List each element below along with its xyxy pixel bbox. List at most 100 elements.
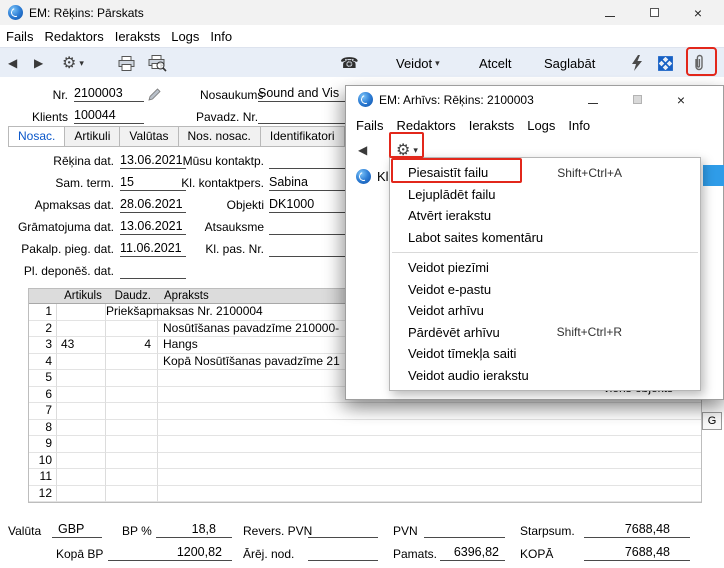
cell-artikuls[interactable] xyxy=(57,486,106,503)
close-button[interactable]: × xyxy=(676,0,720,25)
menu-item-piesaistit-failu[interactable]: Piesaistīt failu Shift+Ctrl+A xyxy=(390,162,700,184)
cell-artikuls[interactable] xyxy=(57,304,106,321)
cell-daudz[interactable] xyxy=(106,469,158,486)
cell-row-number[interactable]: 5 xyxy=(29,370,57,387)
cell-daudz[interactable]: 4 xyxy=(106,337,158,354)
cell-daudz[interactable] xyxy=(106,436,158,453)
menu-redaktors[interactable]: Redaktors xyxy=(44,29,103,44)
cell-daudz[interactable] xyxy=(106,486,158,503)
cell-artikuls[interactable] xyxy=(57,420,106,437)
cell-row-number[interactable]: 4 xyxy=(29,354,57,371)
cell-row-number[interactable]: 12 xyxy=(29,486,57,503)
tab-nosac[interactable]: Nosac. xyxy=(8,126,65,146)
cell-row-number[interactable]: 7 xyxy=(29,403,57,420)
dialog-close-button[interactable]: × xyxy=(659,86,703,113)
pakalp-pieg-dat-field[interactable]: 11.06.2021 xyxy=(120,240,186,257)
dialog-menu-ieraksts[interactable]: Ieraksts xyxy=(469,118,515,133)
pavadz-field[interactable] xyxy=(258,107,348,124)
cell-row-number[interactable]: 9 xyxy=(29,436,57,453)
expand-icon[interactable] xyxy=(658,48,673,78)
tab-nos-nosac[interactable]: Nos. nosac. xyxy=(178,126,261,146)
dialog-menu-info[interactable]: Info xyxy=(568,118,590,133)
kl-kontaktpers-field[interactable]: Sabina xyxy=(269,174,345,191)
revers-pvn-field[interactable] xyxy=(308,521,378,538)
menu-logs[interactable]: Logs xyxy=(171,29,199,44)
print-preview-icon[interactable] xyxy=(148,48,167,78)
menu-item-veidot-piezimi[interactable]: Veidot piezīmi xyxy=(390,257,700,279)
cell-artikuls[interactable] xyxy=(57,436,106,453)
sam-term-field[interactable]: 15 xyxy=(120,174,186,191)
menu-item-veidot-audio-ierakstu[interactable]: Veidot audio ierakstu xyxy=(390,365,700,387)
cell-daudz[interactable] xyxy=(106,321,158,338)
menu-item-pardevet-arhivu[interactable]: Pārdēvēt arhīvu Shift+Ctrl+R xyxy=(390,322,700,344)
menu-item-labot-saites-komentaru[interactable]: Labot saites komentāru xyxy=(390,227,700,249)
cell-artikuls[interactable] xyxy=(57,453,106,470)
cell-apraksts[interactable] xyxy=(158,453,701,470)
veidot-button[interactable]: Veidot ▾ xyxy=(396,48,440,78)
cell-daudz[interactable] xyxy=(106,420,158,437)
menu-info[interactable]: Info xyxy=(210,29,232,44)
cell-row-number[interactable]: 1 xyxy=(29,304,57,321)
printer-icon[interactable] xyxy=(118,48,135,78)
cell-row-number[interactable]: 3 xyxy=(29,337,57,354)
cell-row-number[interactable]: 2 xyxy=(29,321,57,338)
dialog-minimize-button[interactable] xyxy=(571,86,615,113)
cell-apraksts[interactable] xyxy=(158,403,701,420)
minimize-button[interactable] xyxy=(588,0,632,25)
dialog-menu-redaktors[interactable]: Redaktors xyxy=(396,118,455,133)
back-icon[interactable]: ◀ xyxy=(8,48,17,78)
pl-depones-dat-field[interactable] xyxy=(120,262,186,279)
cell-artikuls[interactable] xyxy=(57,354,106,371)
menu-item-lejupladet-failu[interactable]: Lejuplādēt failu xyxy=(390,184,700,206)
rekina-dat-field[interactable]: 13.06.2021 xyxy=(120,152,186,169)
forward-icon[interactable]: ▶ xyxy=(34,48,43,78)
kopa-field[interactable]: 7688,48 xyxy=(584,544,690,561)
musu-kontaktp-field[interactable] xyxy=(269,152,345,169)
cell-daudz[interactable]: Priekšapmaksas Nr. xyxy=(106,304,158,321)
nr-field[interactable]: 2100003 xyxy=(74,85,144,102)
kopa-bp-field[interactable]: 1200,82 xyxy=(108,544,232,561)
cell-row-number[interactable]: 11 xyxy=(29,469,57,486)
objekti-field[interactable]: DK1000 xyxy=(269,196,345,213)
cell-daudz[interactable] xyxy=(106,403,158,420)
matrix-flip-tab-g[interactable]: G xyxy=(702,412,722,430)
saglabat-button[interactable]: Saglabāt xyxy=(544,48,595,78)
menu-item-veidot-timekla-saiti[interactable]: Veidot tīmekļa saiti xyxy=(390,343,700,365)
lightning-icon[interactable] xyxy=(631,48,643,78)
valuta-field[interactable]: GBP xyxy=(52,521,102,538)
cell-daudz[interactable] xyxy=(106,387,158,404)
menu-item-atvert-ierakstu[interactable]: Atvērt ierakstu xyxy=(390,205,700,227)
maximize-button[interactable] xyxy=(632,0,676,25)
cell-row-number[interactable]: 10 xyxy=(29,453,57,470)
gramatojuma-dat-field[interactable]: 13.06.2021 xyxy=(120,218,186,235)
bp-percent-field[interactable]: 18,8 xyxy=(156,521,232,538)
cell-row-number[interactable]: 8 xyxy=(29,420,57,437)
klients-field[interactable]: 100044 xyxy=(74,107,144,124)
menu-item-veidot-arhivu[interactable]: Veidot arhīvu xyxy=(390,300,700,322)
apmaksas-dat-field[interactable]: 28.06.2021 xyxy=(120,196,186,213)
gear-menu-button[interactable]: ⚙ ▾ xyxy=(62,48,84,78)
archive-list-item[interactable]: Kl xyxy=(356,165,389,187)
kl-pas-nr-field[interactable] xyxy=(269,240,345,257)
atsauksme-field[interactable] xyxy=(269,218,345,235)
arej-nod-field[interactable] xyxy=(308,544,378,561)
paperclip-icon[interactable] xyxy=(692,48,706,78)
menu-fails[interactable]: Fails xyxy=(6,29,33,44)
dialog-menu-logs[interactable]: Logs xyxy=(527,118,555,133)
nosaukums-field[interactable]: Sound and Vis xyxy=(258,85,348,102)
tab-identifikatori[interactable]: Identifikatori xyxy=(260,126,345,146)
cell-daudz[interactable] xyxy=(106,453,158,470)
cell-artikuls[interactable] xyxy=(57,403,106,420)
cell-daudz[interactable] xyxy=(106,354,158,371)
pamats-field[interactable]: 6396,82 xyxy=(440,544,505,561)
pvn-field[interactable] xyxy=(424,521,505,538)
atcelt-button[interactable]: Atcelt xyxy=(479,48,512,78)
cell-artikuls[interactable] xyxy=(57,387,106,404)
cell-artikuls[interactable] xyxy=(57,469,106,486)
dialog-menu-fails[interactable]: Fails xyxy=(356,118,383,133)
tab-valutas[interactable]: Valūtas xyxy=(119,126,178,146)
tab-artikuli[interactable]: Artikuli xyxy=(64,126,120,146)
pencil-icon[interactable] xyxy=(148,88,161,104)
cell-artikuls[interactable] xyxy=(57,321,106,338)
starpsum-field[interactable]: 7688,48 xyxy=(584,521,690,538)
